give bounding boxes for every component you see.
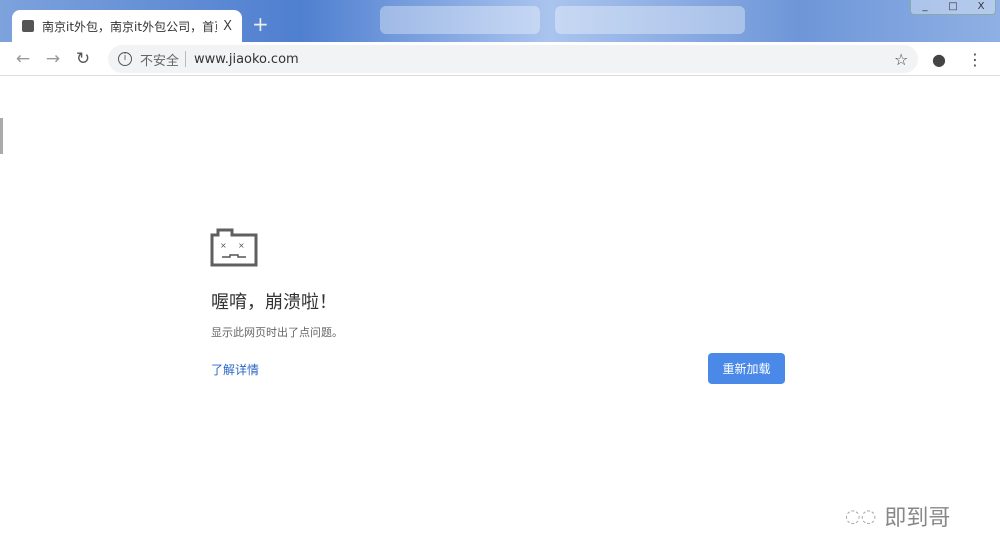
info-icon[interactable]: i: [118, 52, 132, 66]
url-text[interactable]: www.jiaoko.com: [194, 52, 299, 67]
minimize-button[interactable]: _: [911, 0, 939, 14]
wechat-icon: ◌◌: [845, 505, 877, 527]
account-icon[interactable]: ●: [932, 50, 946, 69]
reload-icon[interactable]: ↻: [68, 49, 98, 69]
maximize-button[interactable]: □: [939, 0, 967, 14]
back-icon[interactable]: ←: [8, 49, 38, 69]
close-tab-icon[interactable]: X: [223, 19, 232, 34]
address-bar[interactable]: i 不安全 www.jiaoko.com: [108, 45, 918, 73]
forward-icon[interactable]: →: [38, 49, 68, 69]
toolbar: ← → ↻ i 不安全 www.jiaoko.com ☆ ● ⋮: [0, 42, 1000, 76]
favicon-icon: [22, 20, 34, 32]
svg-text:×: ×: [220, 241, 227, 250]
reload-button[interactable]: 重新加载: [708, 353, 785, 384]
title-bar: 南京it外包，南京it外包公司，首页 X + _ □ X: [0, 0, 1000, 42]
tab-title: 南京it外包，南京it外包公司，首页: [42, 19, 218, 34]
new-tab-button[interactable]: +: [252, 12, 269, 36]
error-title: 喔唷，崩溃啦！: [211, 292, 337, 313]
watermark-text: 即到哥: [884, 506, 951, 531]
security-label: 不安全: [140, 53, 180, 69]
divider: [185, 51, 187, 67]
active-tab[interactable]: 南京it外包，南京it外包公司，首页 X: [12, 10, 242, 42]
background-tab[interactable]: [555, 6, 745, 34]
watermark: ◌◌ 即到哥: [845, 500, 950, 532]
window-controls: _ □ X: [910, 0, 996, 15]
star-icon[interactable]: ☆: [894, 50, 908, 69]
close-window-button[interactable]: X: [967, 0, 995, 14]
background-tab[interactable]: [380, 6, 540, 34]
error-message: 显示此网页时出了点问题。: [211, 326, 343, 339]
menu-icon[interactable]: ⋮: [967, 50, 983, 69]
svg-text:×: ×: [238, 241, 245, 250]
learn-more-link[interactable]: 了解详情: [211, 361, 259, 378]
scroll-edge: [0, 118, 3, 154]
sad-folder-icon: × ×: [210, 228, 258, 267]
